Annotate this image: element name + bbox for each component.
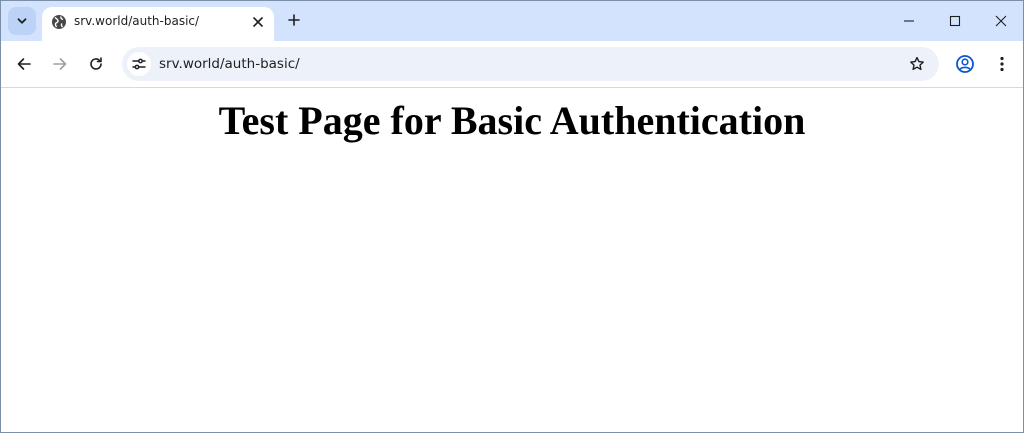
minimize-button[interactable] [886,3,932,39]
maximize-button[interactable] [932,3,978,39]
close-window-button[interactable] [978,3,1023,39]
menu-button[interactable] [991,53,1013,75]
url-text[interactable]: srv.world/auth-basic/ [159,56,300,72]
page-heading: Test Page for Basic Authentication [218,98,806,143]
bookmark-button[interactable] [907,54,927,74]
reload-button[interactable] [84,52,108,76]
reload-icon [88,56,104,72]
tab-search-button[interactable] [8,7,36,35]
maximize-icon [949,15,961,27]
close-icon[interactable] [248,12,268,32]
back-button[interactable] [12,52,36,76]
star-icon [909,56,925,72]
address-bar[interactable]: srv.world/auth-basic/ [122,47,939,81]
arrow-left-icon [16,56,32,72]
toolbar: srv.world/auth-basic/ [1,41,1023,88]
globe-icon [51,14,67,30]
new-tab-button[interactable] [283,9,305,31]
tab-title: srv.world/auth-basic/ [74,14,200,28]
account-icon [955,54,975,74]
tab-active[interactable]: srv.world/auth-basic/ [42,7,274,41]
plus-icon [288,14,300,26]
tab-strip: srv.world/auth-basic/ [1,1,1023,41]
close-icon [995,15,1007,27]
tune-icon [132,57,146,71]
minimize-icon [903,15,915,27]
page-content: Test Page for Basic Authentication [1,88,1023,432]
arrow-right-icon [52,56,68,72]
profile-button[interactable] [954,53,976,75]
browser-window: srv.world/auth-basic/ srv.world/auth-bas… [0,0,1024,433]
more-vertical-icon [1000,56,1004,72]
chevron-down-icon [16,15,28,27]
forward-button[interactable] [48,52,72,76]
site-info-button[interactable] [127,52,151,76]
